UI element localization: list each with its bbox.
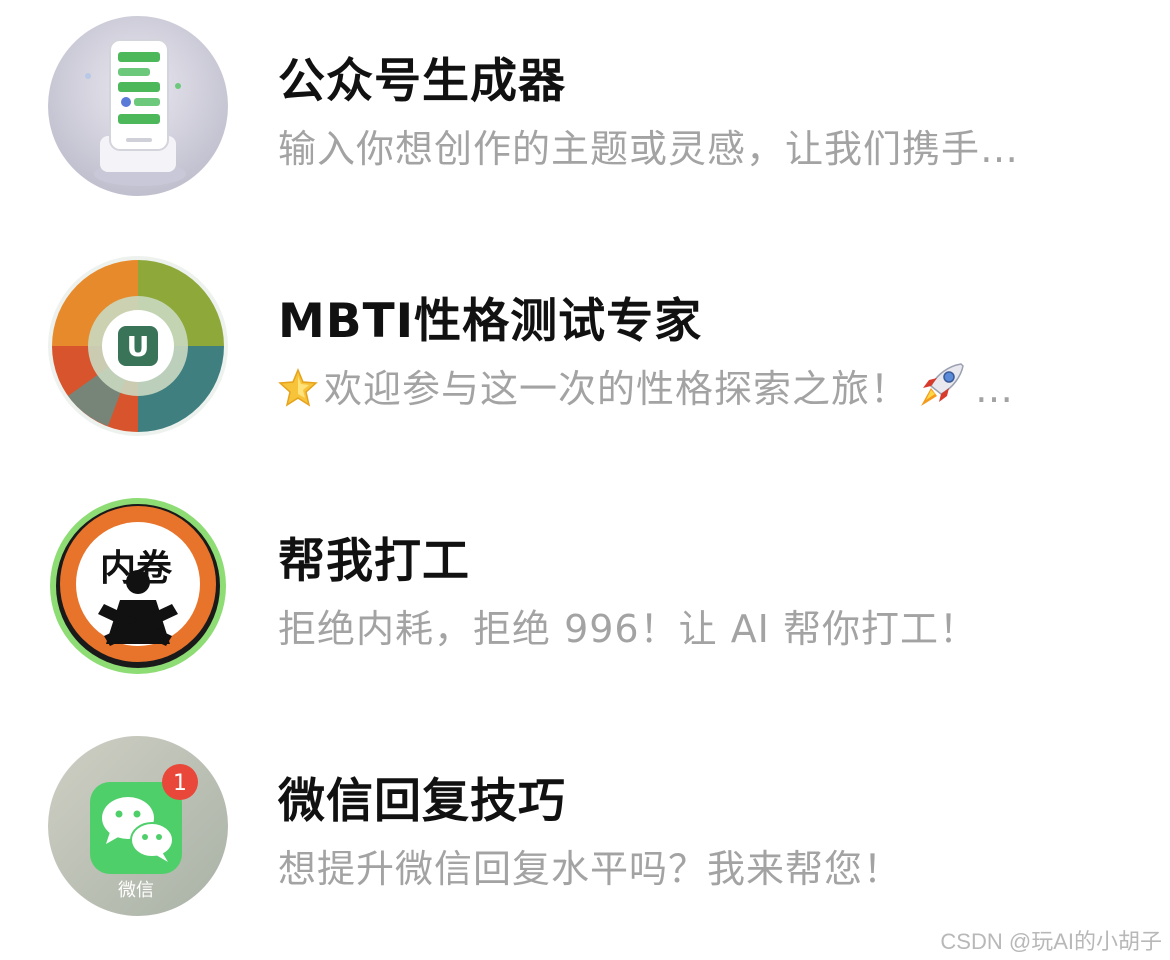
svg-text:U: U bbox=[127, 330, 150, 363]
phone-app-icon bbox=[48, 16, 228, 196]
list-item-wechat-reply-tips[interactable]: 1 微信 微信回复技巧 想提升微信回复水平吗？我来帮您！ bbox=[0, 720, 1170, 920]
star-emoji-icon bbox=[278, 368, 318, 408]
item-subtitle: 欢迎参与这一次的性格探索之旅！ … bbox=[278, 358, 1098, 419]
item-title: 帮我打工 bbox=[278, 534, 470, 589]
item-subtitle: 想提升微信回复水平吗？我来帮您！ bbox=[278, 847, 903, 891]
item-subtitle: 拒绝内耗，拒绝 996！让 AI 帮你打工！ bbox=[278, 607, 978, 651]
list-item-help-me-work[interactable]: 内卷 帮我打工 拒绝内耗，拒绝 996！让 AI 帮你打工！ bbox=[0, 480, 1170, 680]
subtitle-text: 欢迎参与这一次的性格探索之旅！ bbox=[324, 367, 910, 411]
list-item-mbti-expert[interactable]: U MBTI性格测试专家 欢迎参与这一次的性格探索之旅！ … bbox=[0, 240, 1170, 440]
mbti-chart-icon: U bbox=[48, 256, 228, 436]
item-subtitle: 输入你想创作的主题或灵感，让我们携手… bbox=[278, 127, 1020, 171]
rocket-emoji-icon bbox=[915, 360, 969, 419]
subtitle-ellipsis: … bbox=[975, 367, 1015, 411]
app-label: 微信 bbox=[118, 880, 154, 901]
notification-badge: 1 bbox=[173, 771, 187, 796]
list-item-gzh-generator[interactable]: 公众号生成器 输入你想创作的主题或灵感，让我们携手… bbox=[0, 0, 1170, 200]
wechat-app-icon: 1 微信 bbox=[48, 736, 228, 916]
item-title: MBTI性格测试专家 bbox=[278, 294, 703, 349]
watermark: CSDN @玩AI的小胡子 bbox=[940, 929, 1162, 954]
item-title: 公众号生成器 bbox=[278, 54, 566, 109]
item-title: 微信回复技巧 bbox=[278, 774, 566, 829]
no-involution-sign-icon: 内卷 bbox=[48, 496, 228, 676]
